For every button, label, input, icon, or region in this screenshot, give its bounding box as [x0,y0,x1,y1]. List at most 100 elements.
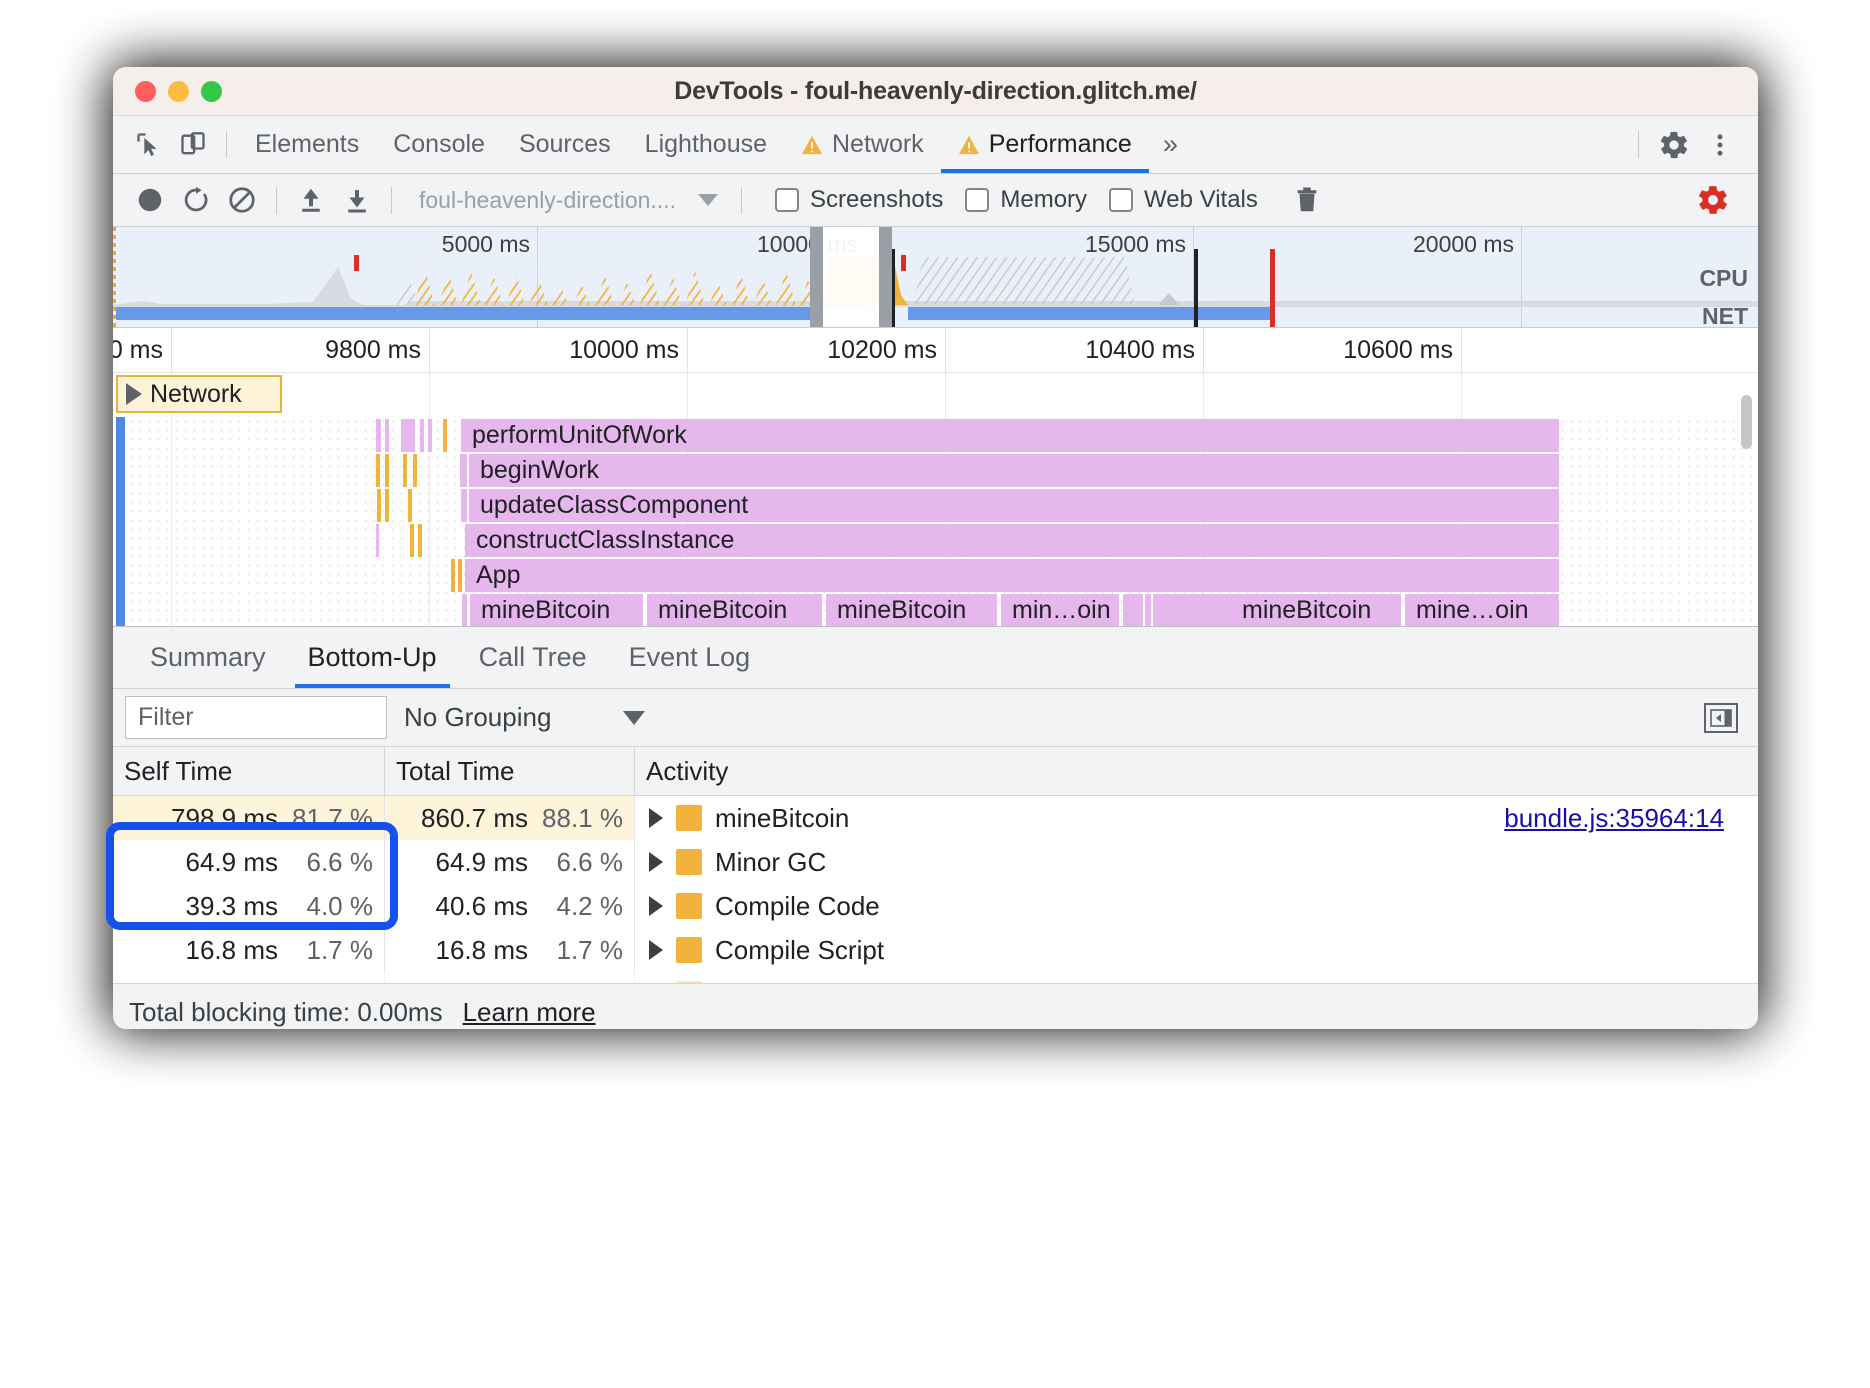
expand-triangle-icon[interactable] [649,808,663,828]
filter-input[interactable]: Filter [125,696,387,739]
flame-bar-label: mineBitcoin [481,596,611,624]
flame-yellow-tick[interactable] [443,419,447,452]
tab-elements[interactable]: Elements [238,117,376,173]
record-icon[interactable] [127,177,173,223]
tab-summary[interactable]: Summary [129,628,287,688]
flame-bar[interactable]: constructClassInstance [465,524,1561,557]
flame-yellow-tick[interactable] [385,489,389,522]
download-icon[interactable] [334,177,380,223]
tab-lighthouse[interactable]: Lighthouse [628,117,784,173]
tab-performance[interactable]: Performance [940,117,1149,173]
checkbox-screenshots[interactable]: Screenshots [774,186,943,214]
column-header-total-time[interactable]: Total Time [385,747,635,795]
flame-bar-minebitcoin[interactable]: min…oin [1001,594,1121,626]
clear-icon[interactable] [219,177,265,223]
tab-call-tree[interactable]: Call Tree [458,628,608,688]
flame-bar-minebitcoin[interactable]: mineBitcoin [826,594,999,626]
table-row[interactable]: 8.9 ms 0.9 % 17.5 ms 1.8 % (anonymous) b… [113,972,1758,983]
checkbox-box[interactable] [774,188,799,212]
checkbox-box[interactable] [1109,188,1134,212]
timeline-overview[interactable]: 5000 ms 10000 ms 15000 ms 20000 ms CPU N… [113,227,1758,328]
recording-select[interactable]: foul-heavenly-direction.... [403,180,730,220]
source-link[interactable]: bundle.js:13421:19 [1504,979,1724,984]
flame-yellow-tick[interactable] [410,524,414,557]
expand-triangle-icon[interactable] [126,383,142,405]
self-time-value: 8.9 ms [200,979,278,984]
table-row[interactable]: 39.3 ms 4.0 % 40.6 ms 4.2 % Compile Code [113,884,1758,928]
source-link[interactable]: bundle.js:35964:14 [1504,803,1724,834]
more-tabs-chevron-icon[interactable]: » [1149,129,1190,160]
ruler-tick-label: 0 ms [113,336,163,364]
upload-icon[interactable] [288,177,334,223]
flame-yellow-tick[interactable] [408,489,412,522]
flame-bar-minebitcoin[interactable]: mine…oin [1405,594,1561,626]
flame-chart[interactable]: Network performUnitOfWork beginWork upda… [113,373,1758,627]
capture-settings-gear-icon[interactable] [1690,177,1736,223]
flame-sliver[interactable] [460,454,467,487]
trash-icon[interactable] [1284,177,1330,223]
column-header-activity[interactable]: Activity [635,747,1758,795]
learn-more-link[interactable]: Learn more [463,997,596,1028]
expand-triangle-icon[interactable] [649,896,663,916]
checkbox-memory[interactable]: Memory [965,186,1087,214]
flame-yellow-tick[interactable] [403,454,407,487]
flame-sliver[interactable] [1123,594,1143,626]
table-row[interactable]: 798.9 ms 81.7 % 860.7 ms 88.1 % mineBitc… [113,796,1758,840]
overview-window-left-handle[interactable] [810,227,823,327]
flame-sliver[interactable] [428,419,432,452]
flame-sliver[interactable] [385,419,389,452]
activity-name: Minor GC [715,846,827,877]
tab-network[interactable]: Network [784,117,941,173]
flame-sliver[interactable] [461,489,467,522]
bottom-up-table[interactable]: Self Time Total Time Activity 798.9 ms 8… [113,747,1758,983]
tab-event-log[interactable]: Event Log [608,628,772,688]
flame-yellow-tick[interactable] [413,454,417,487]
grouping-select[interactable]: No Grouping [404,702,646,733]
flame-sliver[interactable] [1145,594,1151,626]
flamechart-ruler: 0 ms 9800 ms 10000 ms 10200 ms 10400 ms … [113,328,1758,373]
checkbox-web-vitals[interactable]: Web Vitals [1109,186,1258,214]
tab-console[interactable]: Console [376,117,502,173]
column-header-self-time[interactable]: Self Time [113,747,385,795]
flame-bar-minebitcoin[interactable]: mineBitcoin [647,594,824,626]
self-time-percent: 4.0 % [306,890,374,921]
more-vertical-icon[interactable] [1698,123,1742,167]
device-toolbar-icon[interactable] [171,123,215,167]
checkbox-box[interactable] [965,188,990,212]
gear-icon[interactable] [1652,123,1696,167]
flame-bar[interactable]: beginWork [469,454,1561,487]
expand-triangle-icon[interactable] [649,852,663,872]
overview-selected-window[interactable] [823,227,879,327]
flame-yellow-tick[interactable] [451,559,455,592]
flame-sliver[interactable] [376,524,379,557]
flame-scrollbar-thumb[interactable] [1741,395,1752,449]
flame-yellow-tick[interactable] [385,454,389,487]
table-row[interactable]: 16.8 ms 1.7 % 16.8 ms 1.7 % Compile Scri… [113,928,1758,972]
self-time-value: 16.8 ms [185,934,279,965]
flame-bar-minebitcoin[interactable]: mineBitcoin [1153,594,1403,626]
flame-bar-label: constructClassInstance [476,526,735,554]
reload-record-icon[interactable] [173,177,219,223]
flame-sliver[interactable] [376,419,381,452]
show-sidebar-icon[interactable] [1704,702,1738,733]
ruler-tick-label: 10200 ms [827,336,937,364]
flame-yellow-tick[interactable] [418,524,422,557]
tab-bottom-up[interactable]: Bottom-Up [287,628,458,688]
flame-yellow-tick[interactable] [377,489,381,522]
expand-triangle-icon[interactable] [649,940,663,960]
flame-sliver[interactable] [420,419,424,452]
overview-window-right-handle[interactable] [879,227,892,327]
flame-yellow-tick[interactable] [376,454,380,487]
table-row[interactable]: 64.9 ms 6.6 % 64.9 ms 6.6 % Minor GC [113,840,1758,884]
inspect-element-icon[interactable] [127,123,171,167]
flame-sliver[interactable] [401,419,415,452]
flame-sliver[interactable] [462,594,467,626]
flame-bar[interactable]: updateClassComponent [469,489,1561,522]
tab-sources[interactable]: Sources [502,117,628,173]
flame-bar[interactable]: App [465,559,1561,592]
network-group-header[interactable]: Network [116,375,282,413]
flame-yellow-tick[interactable] [458,559,462,592]
flame-bar-minebitcoin[interactable]: mineBitcoin [470,594,645,626]
total-time-value: 860.7 ms [421,802,528,833]
flame-bar[interactable]: performUnitOfWork [461,419,1561,452]
